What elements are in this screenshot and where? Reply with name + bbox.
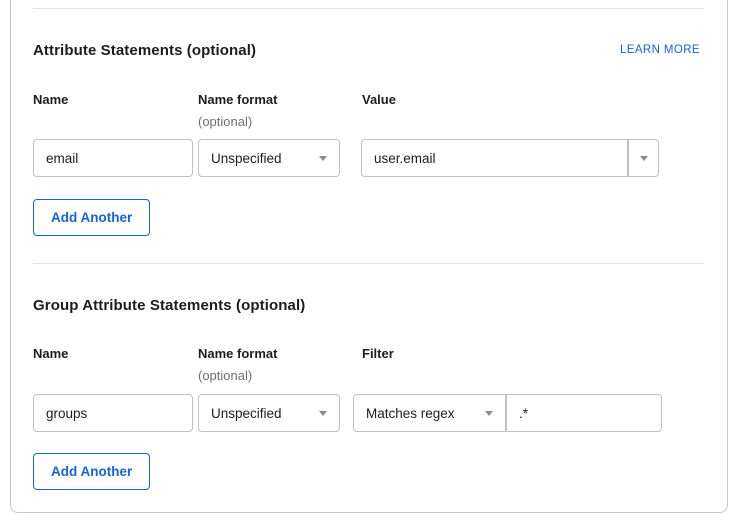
group-attribute-filter-type-selected-value: Matches regex [366, 406, 455, 421]
attribute-name-format-selected-value: Unspecified [211, 151, 282, 166]
group-attribute-filter-value-input[interactable] [506, 394, 662, 432]
attribute-name-format-select[interactable]: Unspecified [198, 139, 340, 177]
attribute-add-another-button[interactable]: Add Another [33, 199, 150, 236]
group-attribute-add-another-button[interactable]: Add Another [33, 453, 150, 490]
caret-down-icon [319, 411, 327, 416]
name-format-optional-note: (optional) [198, 368, 252, 383]
section-divider-top [33, 8, 704, 9]
section-divider-middle [33, 263, 704, 264]
caret-down-icon [640, 156, 648, 161]
group-attribute-name-input[interactable] [33, 394, 193, 432]
caret-down-icon [485, 411, 493, 416]
settings-card [10, 0, 728, 513]
column-label-name: Name [33, 92, 68, 107]
column-label-name-format: Name format [198, 346, 277, 361]
group-attribute-filter-type-select[interactable]: Matches regex [353, 394, 506, 432]
column-label-name-format: Name format [198, 92, 277, 107]
attribute-statements-heading: Attribute Statements (optional) [33, 42, 256, 59]
attribute-value-input[interactable] [361, 139, 628, 177]
column-label-filter: Filter [362, 346, 394, 361]
column-label-name: Name [33, 346, 68, 361]
caret-down-icon [319, 156, 327, 161]
group-attribute-name-format-select[interactable]: Unspecified [198, 394, 340, 432]
learn-more-link[interactable]: LEARN MORE [620, 44, 700, 56]
group-attribute-statements-heading: Group Attribute Statements (optional) [33, 297, 305, 314]
attribute-name-input[interactable] [33, 139, 193, 177]
column-label-value: Value [362, 92, 396, 107]
name-format-optional-note: (optional) [198, 114, 252, 129]
attribute-value-dropdown-button[interactable] [628, 139, 659, 177]
group-attribute-name-format-selected-value: Unspecified [211, 406, 282, 421]
